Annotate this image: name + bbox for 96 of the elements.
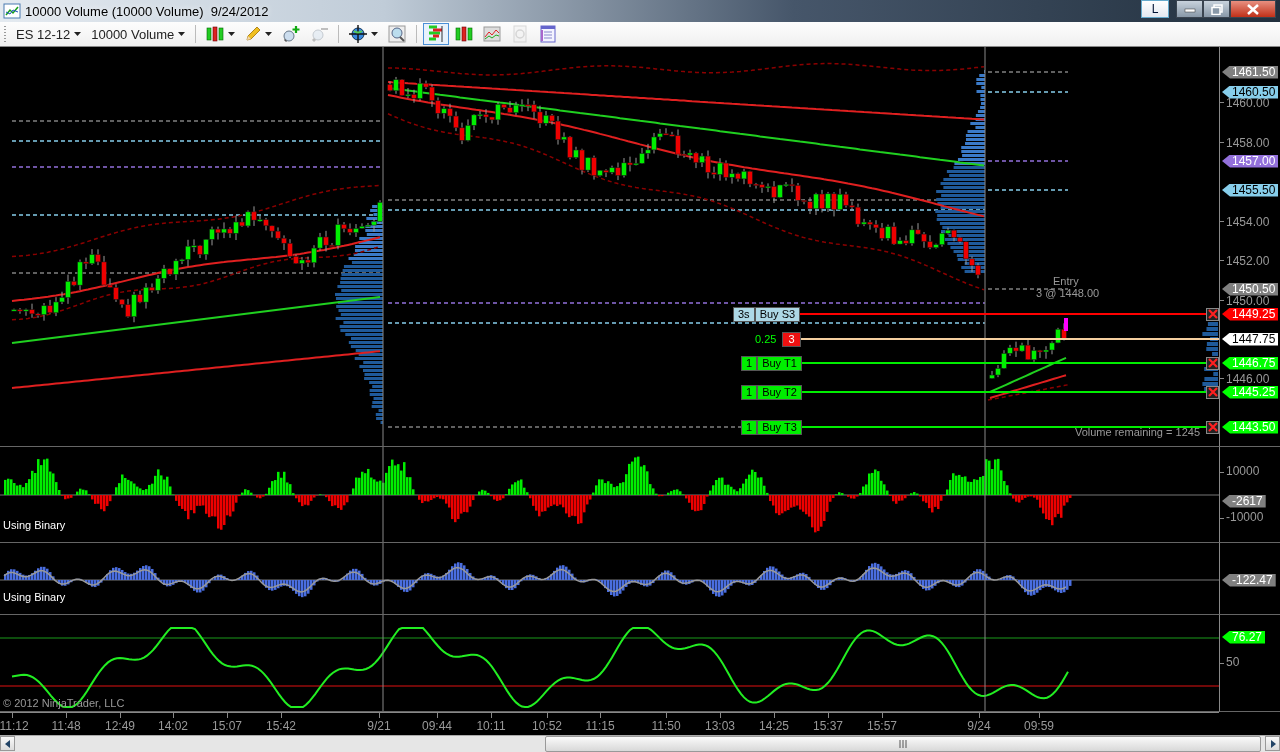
- caret-icon: [178, 32, 186, 36]
- close-icon: [1207, 422, 1218, 432]
- axis-label: 50: [1226, 657, 1240, 668]
- indicator-label: Using Binary: [3, 519, 66, 531]
- time-label: 11:15: [585, 719, 615, 733]
- close-icon: [1207, 387, 1218, 397]
- globe-crosshair-icon: [349, 25, 368, 43]
- candlestick-icon: [455, 25, 474, 43]
- close-icon: [1207, 358, 1218, 368]
- time-label: 15:37: [813, 719, 843, 733]
- caret-icon: [74, 32, 82, 36]
- axis-label: 1446.00: [1226, 374, 1270, 385]
- time-label: 10:52: [532, 719, 562, 733]
- order-quantity[interactable]: 1: [741, 384, 758, 400]
- price-tag: 1450.50: [1222, 282, 1279, 296]
- instrument-dropdown[interactable]: ES 12-12: [12, 23, 86, 45]
- close-button[interactable]: [1230, 0, 1276, 18]
- axis-label: 1460.00: [1226, 98, 1270, 109]
- language-button[interactable]: L: [1141, 0, 1169, 18]
- price-tag: 1446.75: [1222, 356, 1279, 370]
- price-tag: -122.47: [1222, 573, 1276, 587]
- time-label: 15:57: [867, 719, 897, 733]
- axis-label: 1458.00: [1226, 138, 1270, 149]
- time-label: 11:48: [51, 719, 81, 733]
- order-panel-icon: [427, 25, 446, 43]
- price-tag: 1455.50: [1222, 183, 1279, 197]
- scroll-left-button[interactable]: [0, 736, 15, 751]
- time-label: 10:11: [476, 719, 506, 733]
- indicator-label: Using Binary: [3, 591, 66, 603]
- volume-remaining-label: Volume remaining = 1245: [1074, 426, 1200, 438]
- line-chart-icon: [483, 25, 502, 43]
- minimize-icon: [1183, 5, 1196, 13]
- cancel-order-button[interactable]: [1206, 307, 1219, 321]
- minimize-button[interactable]: [1176, 0, 1203, 18]
- left-arrow-icon: [4, 739, 11, 748]
- axis-label: 1452.00: [1226, 256, 1270, 267]
- window-title: 10000 Volume (10000 Volume) 9/24/2012: [25, 3, 270, 19]
- price-tag: 1449.25: [1222, 307, 1279, 321]
- magnifier-icon: [388, 25, 407, 43]
- close-icon: [1207, 309, 1218, 319]
- time-label: 09:59: [1024, 719, 1054, 733]
- chart-icon: [3, 3, 21, 19]
- price-tag: 1447.75: [1222, 332, 1279, 346]
- chart-tool-button[interactable]: [423, 23, 450, 45]
- price-tag: 1443.50: [1222, 420, 1279, 434]
- time-label: 15:07: [212, 719, 242, 733]
- time-label: 13:03: [705, 719, 735, 733]
- caret-icon: [371, 32, 379, 36]
- axis-label: -10000: [1226, 512, 1264, 523]
- time-label: 9/21: [367, 719, 391, 733]
- time-label: 15:42: [266, 719, 296, 733]
- price-tag: -2617: [1222, 494, 1266, 508]
- time-label: 12:49: [105, 719, 135, 733]
- entry-label: Entry: [1053, 275, 1079, 287]
- scrollbar-thumb[interactable]: [545, 736, 1261, 752]
- order-label[interactable]: Buy S3: [754, 306, 801, 322]
- time-label: 11:12: [0, 719, 29, 733]
- price-tag: 1461.50: [1222, 65, 1279, 79]
- cancel-order-button[interactable]: [1206, 356, 1219, 370]
- order-quantity[interactable]: 3s: [733, 306, 755, 322]
- caret-icon: [228, 32, 236, 36]
- zoom-in-icon: [282, 25, 301, 43]
- document-icon: [511, 25, 530, 43]
- grip-icon: [898, 740, 908, 748]
- order-label[interactable]: Buy T2: [757, 384, 802, 400]
- entry-detail: 3 @ 1448.00: [1036, 287, 1100, 299]
- time-label: 14:25: [759, 719, 789, 733]
- cancel-order-button[interactable]: [1206, 420, 1219, 434]
- order-label[interactable]: Buy T3: [757, 419, 802, 435]
- close-icon: [1246, 3, 1260, 15]
- order-quantity[interactable]: 1: [741, 419, 758, 435]
- zoom-out-icon: [310, 25, 329, 43]
- scroll-right-button[interactable]: [1265, 736, 1280, 751]
- axis-label: 1450.00: [1226, 296, 1270, 307]
- axis-label: 1454.00: [1226, 217, 1270, 228]
- restore-icon: [1210, 3, 1223, 15]
- caret-icon: [265, 32, 273, 36]
- time-label: 09:44: [422, 719, 452, 733]
- time-label: 14:02: [158, 719, 188, 733]
- price-tag: 1460.50: [1222, 85, 1279, 99]
- period-dropdown[interactable]: 10000 Volume: [87, 23, 190, 45]
- profit-label: 0.25: [755, 333, 777, 345]
- order-quantity[interactable]: 1: [741, 355, 758, 371]
- candlestick-icon: [206, 25, 225, 43]
- time-label: 11:50: [651, 719, 681, 733]
- price-tag: 1445.25: [1222, 385, 1279, 399]
- time-label: 9/24: [967, 719, 991, 733]
- restore-button[interactable]: [1203, 0, 1230, 18]
- pencil-icon: [245, 26, 262, 42]
- data-box-icon: [539, 25, 558, 43]
- right-arrow-icon: [1269, 739, 1276, 748]
- order-label[interactable]: Buy T1: [757, 355, 802, 371]
- axis-label: 10000: [1226, 466, 1260, 477]
- position-quantity[interactable]: 3: [782, 331, 801, 347]
- price-tag: 1457.00: [1222, 154, 1279, 168]
- price-tag: 76.27: [1222, 630, 1266, 644]
